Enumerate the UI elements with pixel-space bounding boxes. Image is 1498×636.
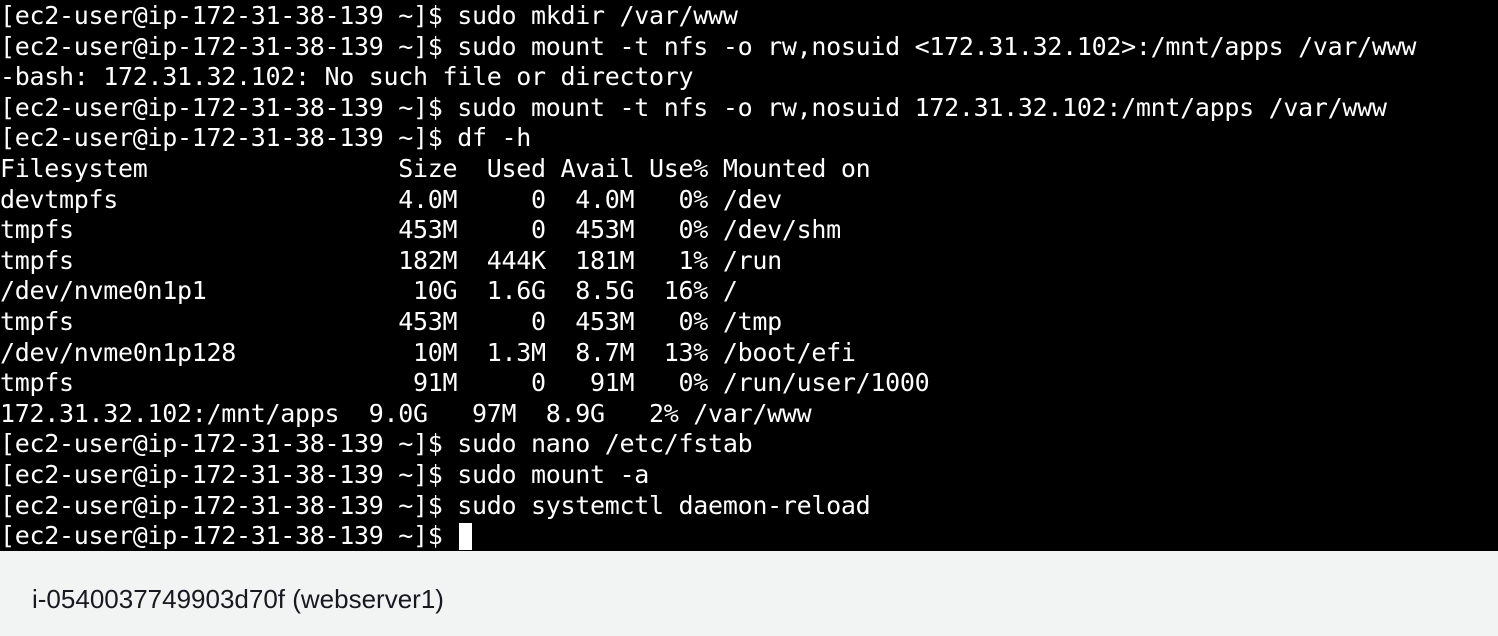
df-row: /dev/nvme0n1p1 10G 1.6G 8.5G 16% / — [0, 276, 738, 306]
instance-id-label: i-0540037749903d70f (webserver1) — [32, 584, 444, 614]
df-row: tmpfs 182M 444K 181M 1% /run — [0, 245, 782, 275]
terminal-output: [ec2-user@ip-172-31-38-139 ~]$ sudo mkdi… — [0, 1, 1416, 551]
terminal-line: [ec2-user@ip-172-31-38-139 ~]$ sudo nano… — [0, 429, 753, 459]
terminal-line: [ec2-user@ip-172-31-38-139 ~]$ sudo moun… — [0, 92, 1387, 122]
terminal-line: [ec2-user@ip-172-31-38-139 ~]$ sudo syst… — [0, 490, 871, 520]
terminal-line: [ec2-user@ip-172-31-38-139 ~]$ sudo moun… — [0, 31, 1417, 61]
terminal-line: [ec2-user@ip-172-31-38-139 ~]$ sudo mkdi… — [0, 1, 738, 30]
df-row: devtmpfs 4.0M 0 4.0M 0% /dev — [0, 184, 782, 214]
df-row: tmpfs 91M 0 91M 0% /run/user/1000 — [0, 368, 930, 398]
df-row: tmpfs 453M 0 453M 0% /dev/shm — [0, 215, 841, 245]
shell-prompt: [ec2-user@ip-172-31-38-139 ~]$ — [0, 521, 443, 551]
df-row: /dev/nvme0n1p128 10M 1.3M 8.7M 13% /boot… — [0, 337, 856, 367]
df-row: tmpfs 453M 0 453M 0% /tmp — [0, 306, 782, 336]
df-row: 172.31.32.102:/mnt/apps 9.0G 97M 8.9G 2%… — [0, 398, 812, 428]
terminal-line: [ec2-user@ip-172-31-38-139 ~]$ sudo moun… — [0, 459, 650, 489]
df-header-line: Filesystem Size Used Avail Use% Mounted … — [0, 153, 871, 183]
terminal-window[interactable]: [ec2-user@ip-172-31-38-139 ~]$ sudo mkdi… — [0, 0, 1498, 551]
terminal-line: -bash: 172.31.32.102: No such file or di… — [0, 62, 694, 92]
instance-status-bar: i-0540037749903d70f (webserver1) — [0, 551, 1498, 636]
cursor — [458, 522, 472, 550]
active-prompt-line[interactable]: [ec2-user@ip-172-31-38-139 ~]$ — [0, 521, 1416, 551]
terminal-line: [ec2-user@ip-172-31-38-139 ~]$ df -h — [0, 123, 532, 153]
